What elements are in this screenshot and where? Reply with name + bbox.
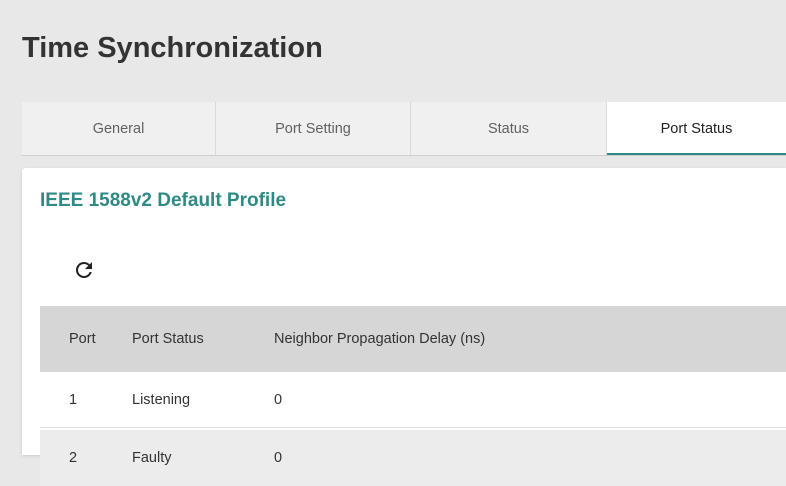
column-header-port-status: Port Status <box>132 331 204 347</box>
delay-cell: 0 <box>274 450 283 466</box>
table-header: Port Port Status Neighbor Propagation De… <box>40 306 786 372</box>
profile-title: IEEE 1588v2 Default Profile <box>40 190 287 211</box>
column-header-neighbor-propagation-delay: Neighbor Propagation Delay (ns) <box>274 331 486 347</box>
tab-status[interactable]: Status <box>411 102 607 156</box>
port-cell: 1 <box>69 391 78 408</box>
refresh-button[interactable] <box>70 256 98 284</box>
profile-card: IEEE 1588v2 Default Profile Port Port St… <box>22 168 786 486</box>
port-status-cell: Listening <box>132 391 191 408</box>
tab-port-status[interactable]: Port Status <box>607 102 786 156</box>
tab-port-setting[interactable]: Port Setting <box>216 102 411 156</box>
table-row: 2 Faulty 0 <box>40 430 786 486</box>
tab-general[interactable]: General <box>22 102 216 156</box>
delay-cell: 0 <box>274 391 283 408</box>
port-status-cell: Faulty <box>132 450 172 466</box>
table-row: 1 Listening 0 <box>40 372 786 428</box>
page-title: Time Synchronization <box>22 32 323 64</box>
refresh-icon <box>75 261 92 278</box>
tabs-divider <box>22 155 786 156</box>
column-header-port: Port <box>69 331 96 347</box>
tab-bar: General Port Setting Status Port Status <box>22 102 786 156</box>
port-cell: 2 <box>69 450 78 466</box>
